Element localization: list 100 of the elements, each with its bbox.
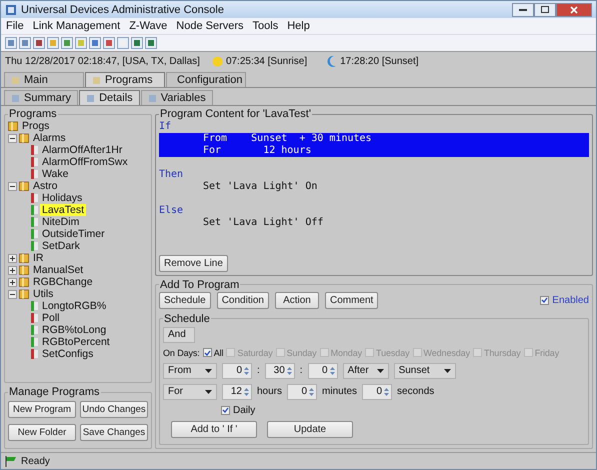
toolbar-icon[interactable] (103, 37, 115, 49)
number-spinner[interactable]: 0 (287, 384, 318, 400)
form-button[interactable]: Add to ' If ' (171, 421, 257, 438)
dropdown[interactable]: And (163, 326, 195, 342)
code-line[interactable]: Then (159, 169, 589, 181)
code-line[interactable]: Set 'Lava Light' On (159, 181, 589, 193)
tree-item[interactable]: LongtoRGB% (40, 300, 108, 312)
toolbar-icon[interactable] (33, 37, 45, 49)
tab[interactable]: Summary (4, 90, 78, 105)
add-button[interactable]: Comment (324, 292, 378, 308)
add-button[interactable]: Condition (216, 292, 269, 308)
folder-icon (19, 181, 29, 191)
tab[interactable]: Variables (140, 90, 213, 105)
collapse-icon[interactable] (8, 134, 17, 142)
folder-icon (19, 277, 29, 287)
tree-item[interactable]: Alarms (31, 132, 68, 144)
checkbox[interactable] (540, 296, 550, 304)
toolbar-icon[interactable] (5, 37, 17, 49)
toolbar-icon[interactable] (19, 37, 31, 49)
dropdown[interactable]: After (342, 362, 389, 378)
status-text: Ready (21, 456, 50, 466)
toolbar-icon[interactable] (117, 37, 129, 49)
tree-item[interactable]: OutsideTimer (40, 228, 107, 240)
collapse-icon[interactable] (8, 290, 17, 298)
dropdown[interactable]: From (163, 362, 217, 378)
toolbar-icon[interactable] (131, 37, 143, 49)
tree-item[interactable]: Wake (40, 168, 70, 180)
code-line[interactable]: If (159, 121, 589, 133)
tab[interactable]: Details (79, 90, 140, 105)
section-title: Programs (8, 108, 58, 120)
tree-item[interactable]: Utils (31, 288, 56, 300)
dropdown[interactable]: Sunset (394, 362, 456, 378)
add-button[interactable]: Schedule (159, 292, 211, 308)
spinner-arrows-icon[interactable] (286, 366, 292, 376)
manage-button[interactable]: Save Changes (80, 424, 148, 441)
spinner-arrows-icon[interactable] (244, 366, 249, 376)
code-line[interactable]: Set 'Lava Light' Off (159, 217, 589, 229)
tree-item[interactable]: RGBChange (31, 276, 95, 288)
separator: : (257, 365, 260, 376)
toolbar-icon[interactable] (89, 37, 101, 49)
tab[interactable]: Programs (85, 72, 165, 87)
tree-item[interactable]: Progs (20, 120, 52, 132)
tree-item[interactable]: ManualSet (31, 264, 86, 276)
checkbox-label: Saturday (237, 348, 273, 358)
menu-item[interactable]: Tools (252, 20, 280, 32)
toolbar-icon[interactable] (61, 37, 73, 49)
tree-item[interactable]: IR (31, 252, 46, 264)
tree-item[interactable]: SetDark (40, 240, 82, 252)
expand-icon[interactable] (8, 266, 17, 274)
tab[interactable]: Configuration (166, 72, 246, 87)
spinner-arrows-icon[interactable] (330, 366, 335, 376)
collapse-icon[interactable] (8, 182, 17, 190)
tree-item[interactable]: AlarmOffAfter1Hr (40, 144, 124, 156)
tab[interactable]: Main (4, 72, 84, 87)
form-button[interactable]: Update (267, 421, 353, 438)
section-title: Schedule (163, 312, 211, 324)
tree-item[interactable]: LavaTest (40, 204, 86, 216)
spinner-arrows-icon[interactable] (309, 386, 314, 396)
checkbox-label: Enabled (552, 294, 589, 306)
tree-item[interactable]: RGB%toLong (40, 324, 108, 336)
minimize-button[interactable] (512, 2, 534, 16)
menu-item[interactable]: Link Management (32, 20, 122, 32)
number-spinner[interactable]: 0 (362, 384, 392, 400)
remove-line-button[interactable]: Remove Line (159, 254, 228, 272)
menu-item[interactable]: Help (286, 20, 311, 32)
moon-icon (327, 56, 338, 66)
checkbox[interactable] (221, 406, 230, 414)
toolbar-icon[interactable] (75, 37, 87, 49)
tree-item[interactable]: Astro (31, 180, 60, 192)
tree-item[interactable]: Holidays (40, 192, 84, 204)
manage-button[interactable]: Undo Changes (80, 401, 148, 418)
spinner-arrows-icon[interactable] (244, 386, 249, 396)
menu-item[interactable]: Z-Wave (128, 20, 168, 32)
close-icon (570, 6, 578, 14)
menu-item[interactable]: Node Servers (175, 20, 245, 32)
number-spinner[interactable]: 30 (264, 362, 295, 378)
checkbox[interactable] (202, 348, 212, 357)
menu-item[interactable]: File (5, 20, 25, 32)
number-spinner[interactable]: 12 (222, 384, 252, 400)
tree-item[interactable]: NiteDim (40, 216, 82, 228)
close-button[interactable] (556, 2, 592, 16)
toolbar-icon[interactable] (145, 37, 157, 49)
number-spinner[interactable]: 0 (222, 362, 252, 378)
unit-label: seconds (397, 386, 434, 397)
code-line[interactable]: Else (159, 205, 589, 217)
manage-button[interactable]: New Program (8, 401, 76, 418)
tree-item[interactable]: SetConfigs (40, 348, 96, 360)
tree-item[interactable]: Poll (40, 312, 62, 324)
checkbox-label: Friday (534, 348, 560, 358)
number-spinner[interactable]: 0 (308, 362, 338, 378)
tree-item[interactable]: AlarmOffFromSwx (40, 156, 130, 168)
toolbar-icon[interactable] (47, 37, 59, 49)
spinner-arrows-icon[interactable] (384, 386, 390, 396)
maximize-button[interactable] (534, 2, 556, 16)
add-button[interactable]: Action (274, 292, 319, 308)
tree-item[interactable]: RGBtoPercent (40, 336, 112, 348)
dropdown[interactable]: For (163, 384, 217, 400)
expand-icon[interactable] (8, 254, 17, 262)
expand-icon[interactable] (8, 278, 17, 286)
manage-button[interactable]: New Folder (8, 424, 76, 441)
